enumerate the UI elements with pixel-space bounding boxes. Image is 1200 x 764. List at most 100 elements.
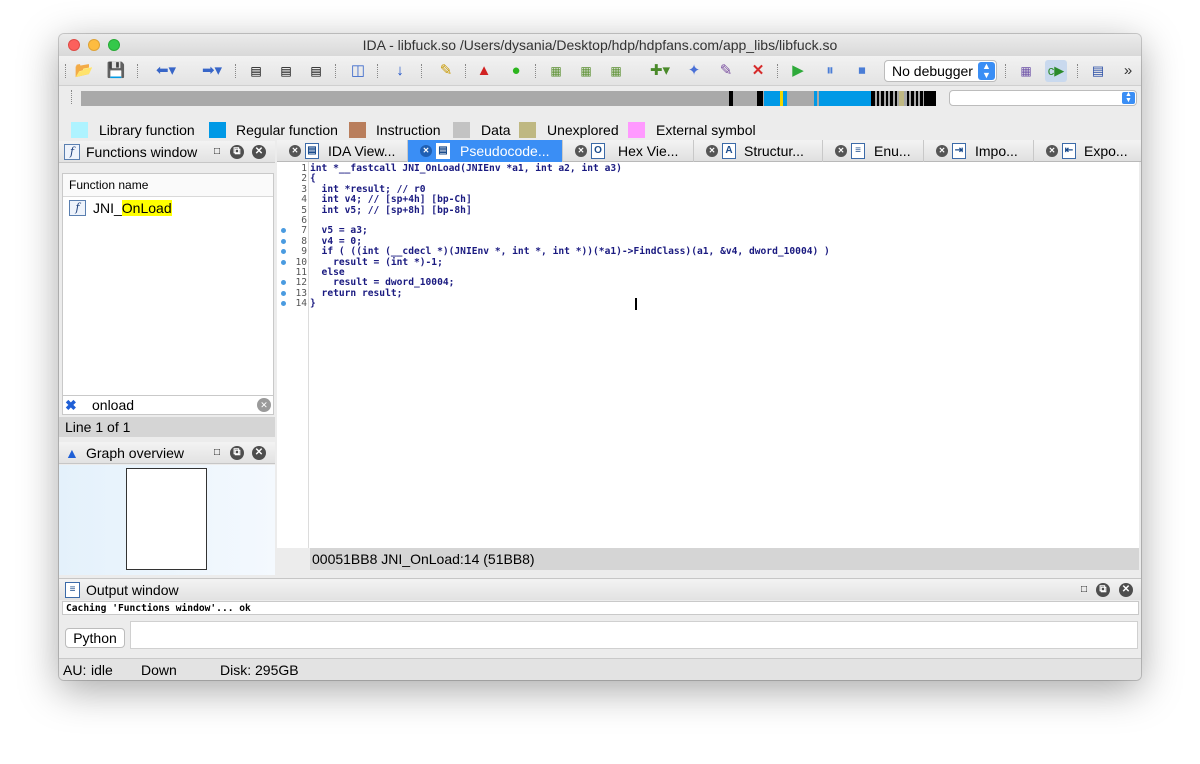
breakpoint-dot-icon[interactable] bbox=[281, 259, 286, 265]
title-bar: IDA - libfuck.so /Users/dysania/Desktop/… bbox=[59, 34, 1141, 56]
tab-hex-view[interactable]: ✕ O Hex Vie... bbox=[563, 140, 694, 162]
float-panel-icon[interactable]: □ bbox=[210, 446, 224, 460]
forward-icon[interactable]: ➡▾ bbox=[195, 60, 229, 82]
tab-structures[interactable]: ✕ A Structur... bbox=[694, 140, 823, 162]
ida-window: IDA - libfuck.so /Users/dysania/Desktop/… bbox=[59, 34, 1141, 680]
tab-imports[interactable]: ✕ ⇥ Impo... bbox=[924, 140, 1034, 162]
jump-down-icon[interactable]: ↓ bbox=[389, 60, 411, 82]
navigation-strip[interactable] bbox=[81, 91, 936, 106]
legend-label: Unexplored bbox=[547, 122, 619, 138]
binary-search-icon[interactable]: ▤ bbox=[245, 60, 267, 82]
close-tab-icon[interactable]: ✕ bbox=[1046, 145, 1058, 157]
more-toolbar-icon[interactable]: » bbox=[1117, 60, 1139, 82]
tab-enums[interactable]: ✕ ≡ Enu... bbox=[823, 140, 924, 162]
graph-viewport-rect[interactable] bbox=[126, 468, 207, 570]
status-direction: Down bbox=[141, 662, 177, 678]
green-circle-icon[interactable]: ● bbox=[505, 60, 527, 82]
custom-c-icon[interactable]: ▦ bbox=[1015, 60, 1037, 82]
pseudocode-view[interactable]: 1 int *__fastcall JNI_OnLoad(JNIEnv *a1, … bbox=[277, 162, 1139, 548]
undock-panel-icon[interactable]: ⧉ bbox=[1096, 583, 1110, 597]
text-search-icon[interactable]: ▤ bbox=[275, 60, 297, 82]
line-number: 7 bbox=[301, 225, 307, 237]
debugger-select[interactable]: No debugger ▲ ▼ bbox=[884, 60, 997, 82]
legend-label: Regular function bbox=[236, 122, 338, 138]
pause-debugger-icon[interactable]: ⏸ bbox=[819, 60, 841, 82]
toolbar-separator bbox=[465, 64, 467, 78]
undock-panel-icon[interactable]: ⧉ bbox=[230, 145, 244, 159]
code-icon[interactable]: ▦ bbox=[545, 60, 567, 82]
toolbar-separator bbox=[71, 90, 73, 104]
hex-view-icon: O bbox=[591, 143, 605, 159]
run-debugger-icon[interactable]: ▶ bbox=[787, 60, 809, 82]
close-panel-icon[interactable]: ✕ bbox=[252, 145, 266, 159]
line-number: 3 bbox=[301, 183, 307, 195]
tab-label: Hex Vie... bbox=[618, 143, 679, 159]
open-file-icon[interactable]: 📂 bbox=[73, 60, 95, 82]
float-panel-icon[interactable]: □ bbox=[210, 145, 224, 159]
segment-select[interactable]: ▲ ▼ bbox=[949, 90, 1137, 106]
warning-icon[interactable]: ▲ bbox=[473, 60, 495, 82]
make-struct-icon[interactable]: ✚▾ bbox=[643, 60, 677, 82]
minimize-window-button[interactable] bbox=[88, 39, 100, 51]
decompile-icon[interactable]: c▶ bbox=[1045, 60, 1067, 82]
python-button[interactable]: Python bbox=[65, 628, 125, 648]
tab-exports[interactable]: ✕ ⇤ Expo... bbox=[1034, 140, 1141, 162]
toolbar-separator bbox=[777, 64, 779, 78]
close-tab-icon[interactable]: ✕ bbox=[936, 145, 948, 157]
close-tab-icon[interactable]: ✕ bbox=[835, 145, 847, 157]
reports-icon[interactable]: ▤ bbox=[1087, 60, 1109, 82]
code-text: { bbox=[310, 173, 316, 185]
breakpoint-dot-icon[interactable] bbox=[281, 238, 286, 244]
save-icon[interactable]: 💾 bbox=[105, 60, 127, 82]
filter-input[interactable]: onload bbox=[92, 397, 134, 413]
back-icon[interactable]: ⬅▾ bbox=[149, 60, 183, 82]
command-input[interactable] bbox=[130, 621, 1138, 649]
function-icon: f bbox=[64, 144, 80, 160]
edit-function-icon[interactable]: ✎ bbox=[715, 60, 737, 82]
view-tab-bar: ✕ ▤ IDA View... ✕ ▤ Pseudocode... ✕ O He… bbox=[277, 140, 1141, 162]
column-header-function-name[interactable]: Function name bbox=[63, 174, 273, 197]
line-number: 1 bbox=[301, 163, 307, 174]
output-log: Caching 'Functions window'... ok bbox=[62, 601, 1139, 615]
line-number: 6 bbox=[301, 215, 307, 226]
tab-pseudocode[interactable]: ✕ ▤ Pseudocode... bbox=[408, 140, 563, 162]
zoom-window-button[interactable] bbox=[108, 39, 120, 51]
legend-swatch bbox=[209, 122, 226, 138]
function-row-jni-onload[interactable]: f JNI_OnLoad bbox=[63, 197, 273, 219]
star-icon[interactable]: ✦ bbox=[683, 60, 705, 82]
legend-label: External symbol bbox=[656, 122, 756, 138]
tab-ida-view[interactable]: ✕ ▤ IDA View... bbox=[277, 140, 408, 162]
close-tab-icon[interactable]: ✕ bbox=[575, 145, 587, 157]
functions-list: Function name f JNI_OnLoad bbox=[62, 173, 274, 400]
undefine-icon[interactable]: ✕ bbox=[747, 60, 769, 82]
breakpoint-dot-icon[interactable] bbox=[281, 290, 286, 296]
line-number: 13 bbox=[295, 287, 307, 299]
float-panel-icon[interactable]: □ bbox=[1077, 583, 1091, 597]
address-status: 00051BB8 JNI_OnLoad:14 (51BB8) bbox=[310, 548, 1139, 570]
close-tab-icon[interactable]: ✕ bbox=[420, 145, 432, 157]
undock-panel-icon[interactable]: ⧉ bbox=[230, 446, 244, 460]
jump-icon[interactable]: ◫ bbox=[347, 60, 369, 82]
graph-overview-canvas[interactable] bbox=[59, 465, 275, 575]
code-text: else bbox=[310, 267, 345, 278]
clear-filter-icon[interactable]: ✕ bbox=[257, 398, 271, 412]
text-cursor bbox=[635, 298, 637, 310]
close-panel-icon[interactable]: ✕ bbox=[252, 446, 266, 460]
close-window-button[interactable] bbox=[68, 39, 80, 51]
close-panel-icon[interactable]: ✕ bbox=[1119, 583, 1133, 597]
data-icon[interactable]: ▦ bbox=[575, 60, 597, 82]
stop-debugger-icon[interactable]: ⏹ bbox=[851, 60, 873, 82]
toolbar-separator bbox=[377, 64, 379, 78]
ascii-icon[interactable]: ▦ bbox=[605, 60, 627, 82]
code-text: result = (int *)-1; bbox=[310, 256, 443, 268]
close-tab-icon[interactable]: ✕ bbox=[289, 145, 301, 157]
analyze-icon[interactable]: ✎ bbox=[435, 60, 457, 82]
function-name-prefix: JNI_ bbox=[93, 200, 122, 216]
legend-label: Data bbox=[481, 122, 511, 138]
immediate-search-icon[interactable]: ▤ bbox=[305, 60, 327, 82]
close-tab-icon[interactable]: ✕ bbox=[706, 145, 718, 157]
line-number: 9 bbox=[301, 246, 307, 258]
graph-overview-header: ▲ Graph overview □ ⧉ ✕ bbox=[59, 442, 275, 464]
exports-icon: ⇤ bbox=[1062, 143, 1076, 159]
output-window-header: ≡ Output window □ ⧉ ✕ bbox=[59, 578, 1141, 600]
